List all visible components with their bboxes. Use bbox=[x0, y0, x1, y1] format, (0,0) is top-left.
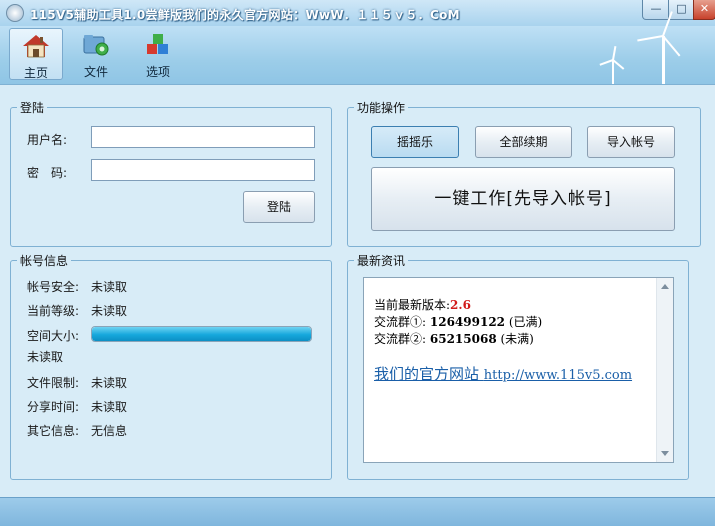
toolbar-item-label: 选项 bbox=[145, 65, 170, 79]
toolbar: 主页 文件 选项 bbox=[0, 11, 715, 85]
news-textbox[interactable]: 当前最新版本:2.6 交流群①: 126499122 (已满) 交流群②: 65… bbox=[363, 277, 674, 463]
space-label: 空间大小: bbox=[27, 329, 80, 343]
maximize-button[interactable]: □ bbox=[668, 0, 695, 20]
blocks-icon bbox=[147, 34, 168, 54]
group-title: 登陆 bbox=[17, 99, 48, 116]
share-time-value: 未读取 bbox=[91, 400, 128, 414]
scroll-up-icon[interactable] bbox=[661, 284, 669, 289]
level-label: 当前等级: bbox=[27, 304, 80, 318]
main-panel: 登陆 用户名: 密 码: 登陆 功能操作 摇摇乐 全部续期 导入帐号 一键工作[… bbox=[0, 85, 715, 497]
functions-group: 功能操作 摇摇乐 全部续期 导入帐号 一键工作[先导入帐号] bbox=[347, 99, 701, 247]
space-progress-fill bbox=[92, 327, 311, 341]
app-icon bbox=[6, 4, 24, 22]
group1-label: 交流群①: bbox=[374, 315, 427, 329]
space-progress-bar bbox=[91, 326, 312, 342]
group-title: 最新资讯 bbox=[354, 252, 409, 269]
username-input[interactable] bbox=[91, 126, 315, 148]
group2-status: (未满) bbox=[500, 332, 534, 346]
version-label: 当前最新版本: bbox=[374, 298, 451, 312]
scroll-down-icon[interactable] bbox=[661, 451, 669, 456]
password-label: 密 码: bbox=[27, 166, 68, 180]
site-label: 我们的官方网站 bbox=[374, 365, 480, 383]
news-scrollbar[interactable] bbox=[656, 278, 673, 462]
password-input[interactable] bbox=[91, 159, 315, 181]
site-url: http://www.115v5.com bbox=[483, 368, 633, 383]
login-group: 登陆 用户名: 密 码: 登陆 bbox=[10, 99, 332, 247]
title-bar: 115V5辅助工具1.0尝鲜版我们的永久官方网站：WwW．１１５ｖ５．CoM —… bbox=[0, 0, 715, 26]
toolbar-item-label: 文件 bbox=[83, 65, 108, 79]
account-info-group: 帐号信息 帐号安全: 未读取 当前等级: 未读取 空间大小: 未读取 文件限制:… bbox=[10, 252, 332, 480]
toolbar-item-file[interactable]: 文件 bbox=[70, 28, 122, 79]
group2-label: 交流群②: bbox=[374, 332, 427, 346]
close-button[interactable]: ✕ bbox=[693, 0, 715, 20]
toolbar-item-home[interactable]: 主页 bbox=[9, 28, 63, 80]
username-label: 用户名: bbox=[27, 133, 68, 147]
group2-value: 65215068 bbox=[429, 332, 497, 346]
other-info-label: 其它信息: bbox=[27, 424, 80, 438]
other-info-value: 无信息 bbox=[91, 424, 128, 438]
news-group: 最新资讯 当前最新版本:2.6 交流群①: 126499122 (已满) 交流群… bbox=[347, 252, 689, 480]
minimize-button[interactable]: — bbox=[642, 0, 670, 20]
file-limit-label: 文件限制: bbox=[27, 376, 80, 390]
import-accounts-button[interactable]: 导入帐号 bbox=[587, 126, 675, 158]
group1-line: 交流群①: 126499122 (已满) bbox=[374, 313, 542, 330]
share-time-label: 分享时间: bbox=[27, 400, 80, 414]
status-bar bbox=[0, 497, 715, 526]
level-value: 未读取 bbox=[91, 304, 128, 318]
toolbar-item-label: 主页 bbox=[23, 66, 48, 80]
official-site-link[interactable]: 我们的官方网站 http://www.115v5.com bbox=[374, 363, 632, 384]
group1-status: (已满) bbox=[508, 315, 543, 329]
one-click-work-button[interactable]: 一键工作[先导入帐号] bbox=[371, 167, 675, 231]
login-button[interactable]: 登陆 bbox=[243, 191, 315, 223]
group-title: 功能操作 bbox=[354, 99, 409, 116]
toolbar-item-options[interactable]: 选项 bbox=[132, 28, 184, 79]
security-value: 未读取 bbox=[91, 280, 128, 294]
group2-line: 交流群②: 65215068 (未满) bbox=[374, 330, 534, 347]
version-line: 当前最新版本:2.6 bbox=[374, 296, 471, 313]
folder-gear-icon bbox=[83, 35, 109, 56]
renew-all-button[interactable]: 全部续期 bbox=[475, 126, 572, 158]
version-value: 2.6 bbox=[450, 298, 471, 312]
window-title: 115V5辅助工具1.0尝鲜版我们的永久官方网站：WwW．１１５ｖ５．CoM bbox=[30, 8, 460, 22]
file-limit-value: 未读取 bbox=[91, 376, 128, 390]
group1-value: 126499122 bbox=[429, 315, 506, 329]
house-icon bbox=[23, 35, 49, 58]
security-label: 帐号安全: bbox=[27, 280, 80, 294]
shake-button[interactable]: 摇摇乐 bbox=[371, 126, 459, 158]
group-title: 帐号信息 bbox=[17, 252, 72, 269]
space-value: 未读取 bbox=[27, 350, 64, 364]
